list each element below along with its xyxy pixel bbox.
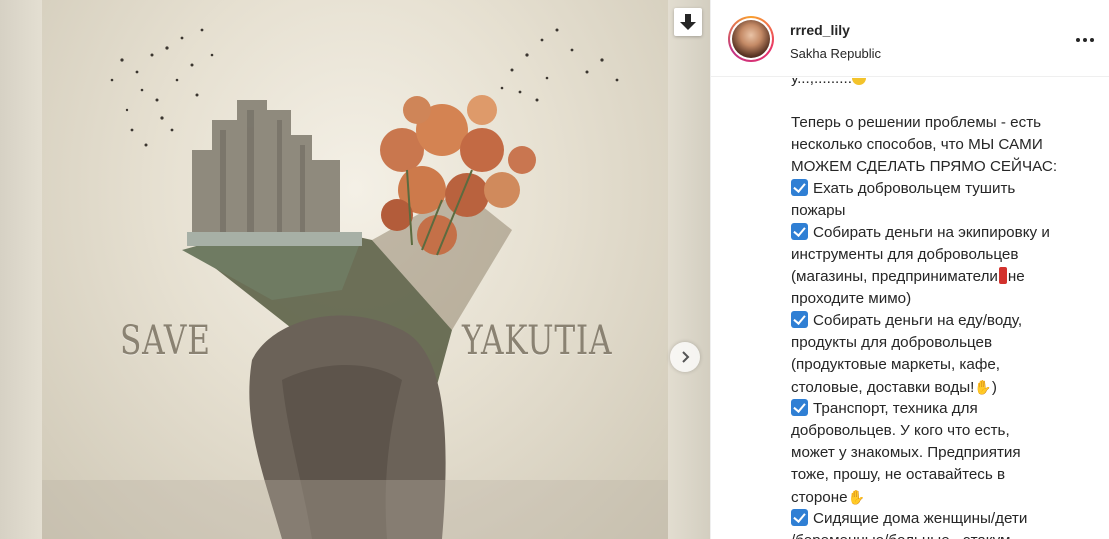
caption-line: инструменты для добровольцев — [791, 244, 1091, 266]
caption-line-text: столовые, доставки воды! — [791, 379, 975, 396]
caption-line: добровольцев. У кого что есть, — [791, 420, 1091, 442]
birds-left — [110, 28, 214, 147]
caption-line-text: Транспорт, техника для — [813, 400, 978, 417]
chevron-right-icon — [682, 351, 690, 363]
pray-emoji-icon: ✋ — [847, 489, 865, 505]
caption-line: Собирать деньги на еду/воду, — [791, 310, 1091, 332]
caption-line-suffix: ) — [991, 379, 997, 396]
birds-right — [500, 28, 619, 102]
caption-line: продукты для добровольцев — [791, 332, 1091, 354]
avatar — [732, 20, 770, 58]
caption-line: пожары — [791, 200, 1091, 222]
caption-line-text: МОЖЕМ СДЕЛАТЬ ПРЯМО СЕЙЧАС: — [791, 158, 1058, 175]
smile-emoji-icon — [851, 78, 866, 85]
post-sidebar: rrred_lily Sakha Republic у...,.........… — [710, 0, 1109, 539]
next-slide-button[interactable] — [670, 342, 700, 372]
caption-line: Теперь о решении проблемы - есть — [791, 112, 1091, 134]
caption-text: у...,......... Теперь о решении проблемы … — [791, 78, 1091, 539]
caption-line-text: у...,......... — [791, 78, 852, 87]
caption-line-text: Теперь о решении проблемы - есть — [791, 114, 1042, 131]
caption-line-text: Сидящие дома женщины/дети — [813, 510, 1028, 527]
caption-line-text: Ехать добровольцем тушить — [813, 180, 1016, 197]
caption-line: тоже, прошу, не оставайтесь в — [791, 464, 1091, 486]
caption-line-text: пожары — [791, 202, 846, 219]
checkbox-emoji-icon — [791, 311, 808, 328]
more-options-icon — [1076, 38, 1080, 42]
download-arrow-icon — [680, 14, 696, 30]
caption-line-text: инструменты для добровольцев — [791, 246, 1019, 263]
image-word-save: SAVE — [120, 318, 211, 364]
caption-line — [791, 90, 1091, 112]
caption-line-suffix: не — [1007, 268, 1025, 285]
location-link[interactable]: Sakha Republic — [790, 46, 881, 61]
caption-line: может у знакомых. Предприятия — [791, 442, 1091, 464]
caption-line-text: /беременные/больные - этакум — [791, 532, 1011, 539]
caption-line-text: может у знакомых. Предприятия — [791, 444, 1021, 461]
media-letterbox-left — [0, 0, 42, 539]
caption-line: МОЖЕМ СДЕЛАТЬ ПРЯМО СЕЙЧАС: — [791, 156, 1091, 178]
username-link[interactable]: rrred_lily — [790, 22, 850, 38]
checkbox-emoji-icon — [791, 399, 808, 416]
caption-line-text: проходите мимо) — [791, 290, 912, 307]
caption-line: (магазины, предприниматели не — [791, 266, 1091, 288]
checkbox-emoji-icon — [791, 223, 808, 240]
exclamation-emoji-icon — [998, 267, 1007, 284]
caption-line-text: (магазины, предприниматели — [791, 268, 998, 285]
caption-line-text: добровольцев. У кого что есть, — [791, 422, 1010, 439]
post-image: SAVE YAKUTIA — [42, 0, 668, 539]
checkbox-emoji-icon — [791, 509, 808, 526]
pray-emoji-icon: ✋ — [974, 379, 992, 395]
post-header: rrred_lily Sakha Republic — [711, 0, 1109, 77]
caption-line-text: Собирать деньги на экипировку и — [813, 224, 1050, 241]
caption-line: Ехать добровольцем тушить — [791, 178, 1091, 200]
caption-line: (продуктовые маркеты, кафе, — [791, 354, 1091, 376]
more-options-button[interactable] — [1073, 30, 1097, 50]
caption-line: несколько способов, что МЫ САМИ — [791, 134, 1091, 156]
media-letterbox-right — [668, 0, 710, 539]
caption-line-text: (продуктовые маркеты, кафе, — [791, 356, 1000, 373]
caption-line: проходите мимо) — [791, 288, 1091, 310]
post-media: SAVE YAKUTIA — [0, 0, 710, 539]
avatar-story-ring[interactable] — [728, 16, 774, 62]
caption-line-text: продукты для добровольцев — [791, 334, 993, 351]
caption-line-text: Собирать деньги на еду/воду, — [813, 312, 1023, 329]
caption-line-text: несколько способов, что МЫ САМИ — [791, 136, 1043, 153]
caption-line: у...,......... — [791, 78, 1091, 90]
caption-line: Сидящие дома женщины/дети — [791, 508, 1091, 530]
caption-line: Собирать деньги на экипировку и — [791, 222, 1091, 244]
caption-line: Транспорт, техника для — [791, 398, 1091, 420]
image-word-yakutia: YAKUTIA — [462, 318, 613, 364]
caption-line: стороне ✋ — [791, 486, 1091, 508]
download-button[interactable] — [674, 8, 702, 36]
checkbox-emoji-icon — [791, 179, 808, 196]
caption-line-text: тоже, прошу, не оставайтесь в — [791, 466, 1006, 483]
caption-scroll-area[interactable]: у...,......... Теперь о решении проблемы … — [711, 78, 1109, 539]
artwork-illustration — [42, 28, 668, 539]
caption-line-text: стороне — [791, 489, 848, 506]
caption-line: /беременные/больные - этакум — [791, 530, 1091, 539]
cliffs — [192, 100, 340, 240]
caption-line: столовые, доставки воды! ✋) — [791, 376, 1091, 398]
